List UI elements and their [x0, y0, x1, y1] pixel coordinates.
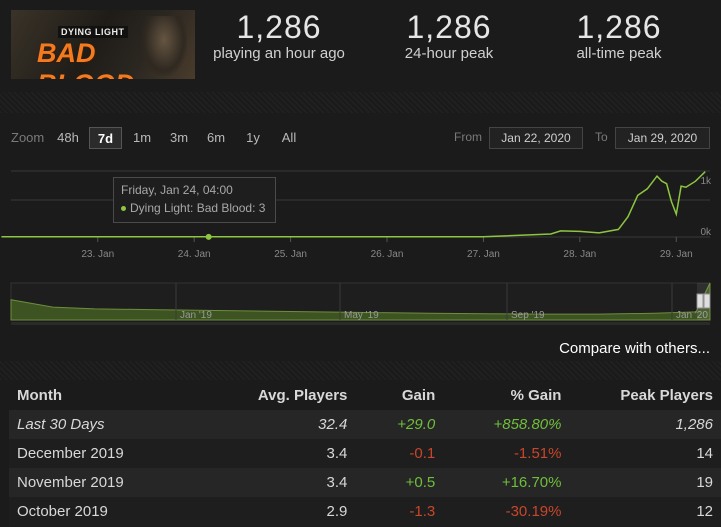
cell-avg-players: 2.9 — [326, 503, 348, 520]
cell-pct-gain: +16.70% — [501, 474, 562, 491]
series-line-dying-light-bad-blood — [1, 171, 706, 238]
x-tick-label: 24. Jan — [178, 249, 211, 260]
x-tick-label: 28. Jan — [563, 249, 596, 260]
tooltip-series: Dying Light: Bad Blood: 3 — [121, 201, 268, 215]
table-row: November 2019 3.4 +0.5 +16.70% 19 — [9, 468, 721, 497]
divider-band — [0, 92, 721, 113]
stat-label: playing an hour ago — [213, 45, 345, 62]
table-body: Last 30 Days 32.4 +29.0 +858.80% 1,286 Decemb… — [9, 410, 721, 526]
x-tick-label: 27. Jan — [467, 249, 500, 260]
monthly-stats-table: Month Avg. Players Gain % Gain Peak Play… — [9, 380, 721, 526]
cell-peak-players: 1,286 — [675, 416, 713, 433]
divider-band — [0, 361, 721, 380]
stat-value: 1,286 — [576, 9, 662, 45]
x-tick-label: 26. Jan — [371, 249, 404, 260]
navigator-tick-label: Jan '19 — [180, 310, 212, 321]
tooltip-series-value: Dying Light: Bad Blood: 3 — [130, 201, 266, 215]
range-selection — [697, 283, 710, 320]
stat-value: 1,286 — [236, 9, 322, 45]
cell-month: December 2019 — [17, 445, 124, 462]
table-row: Last 30 Days 32.4 +29.0 +858.80% 1,286 — [9, 410, 721, 439]
y-tick-label: 0k — [700, 227, 712, 238]
navigator-scrollbar — [11, 322, 710, 325]
cell-month: Last 30 Days — [17, 416, 105, 433]
header-avg-players[interactable]: Avg. Players — [214, 380, 355, 410]
game-logo[interactable]: DYING LIGHT BAD BLOOD — [11, 10, 195, 79]
header-month[interactable]: Month — [9, 380, 214, 410]
table-row: October 2019 2.9 -1.3 -30.19% 12 — [9, 497, 721, 526]
cell-month: October 2019 — [17, 503, 108, 520]
cell-peak-players: 19 — [696, 474, 713, 491]
x-tick-label: 25. Jan — [274, 249, 307, 260]
logo-subtitle: DYING LIGHT — [58, 26, 128, 38]
navigator-tick-label: May '19 — [344, 310, 379, 321]
header-peak-players[interactable]: Peak Players — [569, 380, 721, 410]
series-dot-icon — [121, 206, 126, 212]
cell-pct-gain: -30.19% — [505, 503, 562, 520]
stat-playing-now: 1,286 playing an hour ago — [194, 10, 364, 62]
stat-label: 24-hour peak — [404, 45, 494, 62]
cell-peak-players: 12 — [696, 503, 713, 520]
tooltip-title: Friday, Jan 24, 04:00 — [121, 183, 233, 197]
stat-label: all-time peak — [576, 45, 662, 62]
table-row: December 2019 3.4 -0.1 -1.51% 14 — [9, 439, 721, 468]
header-gain[interactable]: Gain — [355, 380, 443, 410]
cell-peak-players: 14 — [696, 445, 713, 462]
cell-pct-gain: +858.80% — [493, 416, 562, 433]
stat-value: 1,286 — [406, 9, 492, 45]
header-pct-gain[interactable]: % Gain — [443, 380, 569, 410]
cell-avg-players: 3.4 — [326, 474, 348, 491]
navigator-tick-label: Sep '19 — [511, 310, 545, 321]
stat-24h-peak: 1,286 24-hour peak — [364, 10, 534, 62]
cell-avg-players: 32.4 — [318, 416, 348, 433]
stat-all-time-peak: 1,286 all-time peak — [534, 10, 704, 62]
logo-title: BAD BLOOD — [37, 38, 135, 79]
chart-tooltip: Friday, Jan 24, 04:00 Dying Light: Bad B… — [113, 177, 276, 223]
cell-gain: +0.5 — [405, 474, 436, 491]
hover-point — [205, 233, 212, 240]
cell-gain: -1.3 — [409, 503, 436, 520]
app-header: DYING LIGHT BAD BLOOD 1,286 playing an h… — [0, 0, 721, 92]
compare-link[interactable]: Compare with others... — [559, 340, 710, 357]
cell-avg-players: 3.4 — [326, 445, 348, 462]
cell-gain: -0.1 — [409, 445, 436, 462]
cell-gain: +29.0 — [397, 416, 436, 433]
cell-month: November 2019 — [17, 474, 124, 491]
table-header-row: Month Avg. Players Gain % Gain Peak Play… — [9, 380, 721, 410]
player-count-chart[interactable]: 0k 1k 23. Jan 24. Jan 25. Jan 26. Jan 27. Jan 2… — [0, 113, 721, 347]
cell-pct-gain: -1.51% — [513, 445, 562, 462]
x-tick-label: 23. Jan — [81, 249, 114, 260]
y-tick-label: 1k — [700, 176, 712, 187]
chart-panel: Zoom 48h 7d 1m 3m 6m 1y All From Jan 22, 2020 … — [0, 113, 721, 347]
x-tick-label: 29. Jan — [660, 249, 693, 260]
